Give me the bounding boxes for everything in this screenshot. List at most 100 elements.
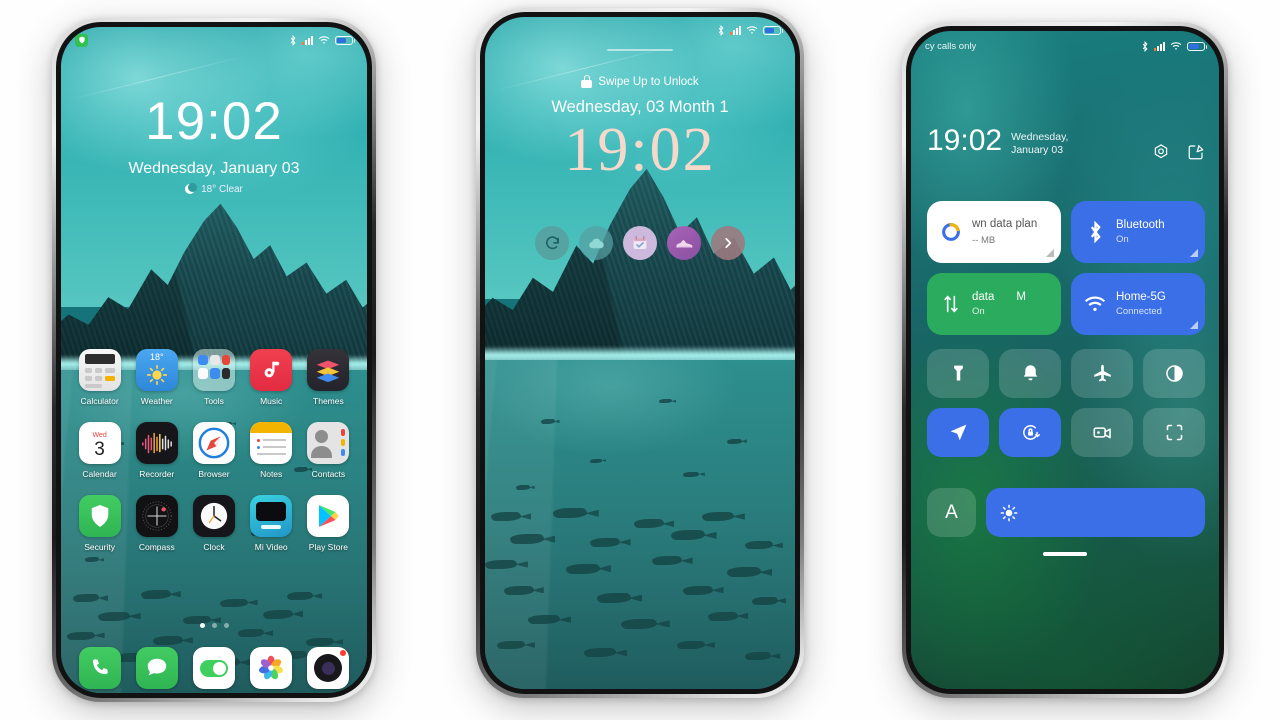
status-bar xyxy=(61,27,367,53)
page-dot[interactable] xyxy=(211,623,217,628)
recorder-icon xyxy=(135,422,178,464)
app-security[interactable]: Security xyxy=(71,495,128,552)
control-center-tiles: wn data plan -- MB Bluetooth On data M O… xyxy=(927,201,1205,335)
video-camera-icon xyxy=(1092,427,1111,439)
wifi-icon xyxy=(1170,42,1182,50)
page-dot[interactable] xyxy=(223,623,229,628)
weather-shortcut[interactable] xyxy=(579,226,613,260)
battery-icon xyxy=(1187,41,1207,51)
app-label: Clock xyxy=(203,542,225,552)
scan-frame-icon xyxy=(1166,424,1182,441)
message-bubble-icon[interactable] xyxy=(135,647,178,689)
notes-icon xyxy=(250,422,293,464)
calendar-day: 3 xyxy=(94,439,105,460)
brightness-slider[interactable] xyxy=(986,488,1205,537)
lock-time: 19:02 xyxy=(564,116,716,184)
app-music[interactable]: Music xyxy=(243,349,300,406)
lock-date: Wednesday, 03 Month 1 xyxy=(551,98,729,116)
scanner-toggle[interactable] xyxy=(1143,408,1205,457)
home-weather: 18° Clear xyxy=(61,183,367,195)
resize-handle-icon[interactable] xyxy=(1189,320,1198,329)
music-icon xyxy=(250,349,293,391)
quick-settings-grid xyxy=(927,349,1205,457)
more-shortcut[interactable] xyxy=(711,226,745,260)
gear-hex-icon[interactable] xyxy=(1151,142,1170,161)
signal-bars-icon xyxy=(730,25,741,35)
bluetooth-icon xyxy=(1142,40,1148,52)
toggle-switch-icon[interactable] xyxy=(192,647,235,689)
font-size-button[interactable]: A xyxy=(927,488,976,537)
ringer-toggle[interactable] xyxy=(999,349,1061,398)
edit-pencil-icon[interactable] xyxy=(1186,142,1205,161)
app-contacts[interactable]: Contacts xyxy=(300,422,357,479)
swipe-up-hint[interactable]: Swipe Up to Unlock xyxy=(485,75,795,88)
wifi-tile[interactable]: Home-5G Connected xyxy=(1071,273,1205,335)
data-plan-tile[interactable]: wn data plan -- MB xyxy=(927,201,1061,263)
brightness-sun-icon xyxy=(1000,504,1018,521)
dark-mode-toggle[interactable] xyxy=(1143,349,1205,398)
flashlight-icon xyxy=(953,365,963,381)
app-recorder[interactable]: Recorder xyxy=(128,422,185,479)
bluetooth-tile[interactable]: Bluetooth On xyxy=(1071,201,1205,263)
weather-icon: 18° xyxy=(135,349,178,391)
phone-device-home: 19:02 Wednesday, January 03 18° Clear Ca… xyxy=(52,18,376,702)
app-calendar[interactable]: Wed 3 Calendar xyxy=(71,422,128,479)
screenshot-stage: 19:02 Wednesday, January 03 18° Clear Ca… xyxy=(0,0,1280,720)
app-themes[interactable]: Themes xyxy=(300,349,357,406)
control-center-bottom-row: A xyxy=(927,488,1205,537)
app-compass[interactable]: Compass xyxy=(128,495,185,552)
app-play-store[interactable]: Play Store xyxy=(300,495,357,552)
app-label: Security xyxy=(84,542,115,552)
home-indicator[interactable] xyxy=(1043,552,1087,556)
phone-device-control-center: cy calls only 19:02 Wednesday, January 0… xyxy=(902,22,1228,698)
wallpaper-fish-school xyxy=(485,505,795,689)
app-calculator[interactable]: Calculator xyxy=(71,349,128,406)
calculator-icon xyxy=(78,349,121,391)
resize-handle-icon[interactable] xyxy=(1045,248,1054,257)
resize-handle-icon[interactable] xyxy=(1189,248,1198,257)
calendar-icon: Wed 3 xyxy=(78,422,121,464)
phone-handset-icon[interactable] xyxy=(78,647,121,689)
app-tools-folder[interactable]: Tools xyxy=(185,349,242,406)
flashlight-toggle[interactable] xyxy=(927,349,989,398)
location-toggle[interactable] xyxy=(927,408,989,457)
screen-recorder-toggle[interactable] xyxy=(1071,408,1133,457)
home-clock-widget: 19:02 Wednesday, January 03 18° Clear xyxy=(61,95,367,195)
app-mi-video[interactable]: Mi Video xyxy=(243,495,300,552)
app-label: Tools xyxy=(204,396,224,406)
phone-device-lock: Swipe Up to Unlock Wednesday, 03 Month 1… xyxy=(476,8,804,698)
camera-badge xyxy=(340,650,347,656)
app-label: Notes xyxy=(260,469,283,479)
mobile-data-tile[interactable]: data M On xyxy=(927,273,1061,335)
calendar-weekday: Wed xyxy=(92,432,107,439)
contrast-circle-icon xyxy=(1165,365,1183,382)
sync-shortcut[interactable] xyxy=(535,226,569,260)
notch-divider xyxy=(607,49,673,51)
data-arrows-icon xyxy=(939,292,963,316)
clock-icon xyxy=(192,495,235,537)
app-label: Calculator xyxy=(80,396,119,406)
tile-subtitle: On xyxy=(972,306,985,318)
font-size-label: A xyxy=(945,501,958,523)
data-ring-icon xyxy=(939,220,963,244)
folder-tools-icon xyxy=(192,349,235,391)
camera-lens-icon[interactable] xyxy=(307,647,350,689)
app-browser[interactable]: Browser xyxy=(185,422,242,479)
security-notification-badge xyxy=(75,33,88,47)
app-notes[interactable]: Notes xyxy=(243,422,300,479)
airplane-mode-toggle[interactable] xyxy=(1071,349,1133,398)
photos-flower-icon[interactable] xyxy=(250,647,293,689)
app-weather[interactable]: 18° Weather xyxy=(128,349,185,406)
phone-bezel: cy calls only 19:02 Wednesday, January 0… xyxy=(906,26,1224,694)
security-shield-icon xyxy=(78,495,121,537)
calendar-shortcut[interactable] xyxy=(623,226,657,260)
page-dot[interactable] xyxy=(199,623,205,628)
phone-bezel: 19:02 Wednesday, January 03 18° Clear Ca… xyxy=(56,22,372,698)
app-label: Music xyxy=(260,396,283,406)
browser-compass-icon xyxy=(192,422,235,464)
mi-video-icon xyxy=(250,495,293,537)
fitness-shortcut[interactable] xyxy=(667,226,701,260)
signal-bars-icon xyxy=(302,35,313,45)
app-clock[interactable]: Clock xyxy=(185,495,242,552)
rotation-lock-toggle[interactable] xyxy=(999,408,1061,457)
